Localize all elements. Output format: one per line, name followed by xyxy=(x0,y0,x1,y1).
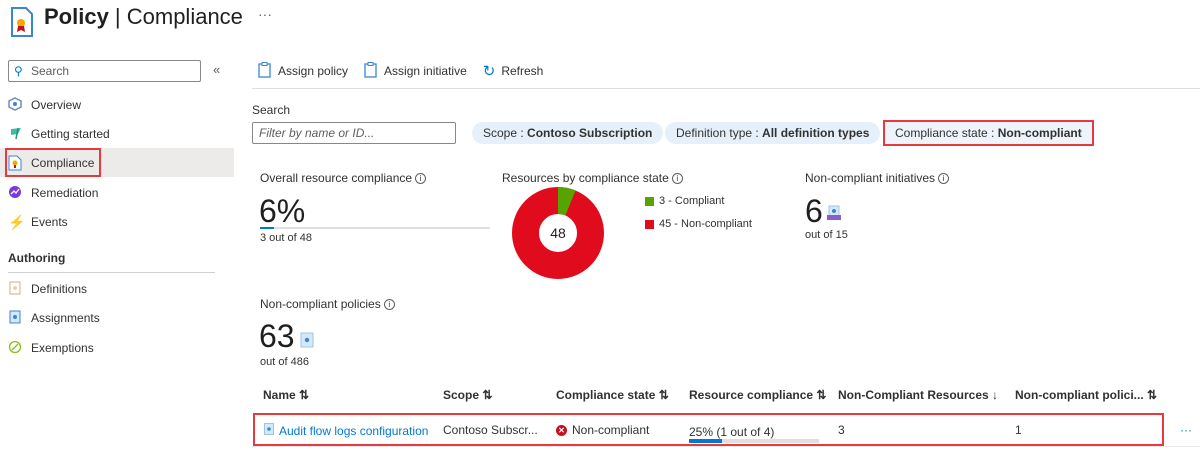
sidebar-item-overview[interactable]: Overview xyxy=(0,90,234,119)
overall-compliance-sub: 3 out of 48 xyxy=(260,232,312,244)
sidebar-item-label: Assignments xyxy=(31,310,100,325)
selection-highlight xyxy=(5,148,101,177)
resource-compliance-bar-fill xyxy=(689,439,722,443)
search-icon: ⚲ xyxy=(14,64,23,78)
scope-filter-pill[interactable]: Scope : Contoso Subscription xyxy=(472,122,664,144)
legend-compliant: 3 - Compliant xyxy=(645,195,724,207)
definitions-icon xyxy=(8,281,24,297)
overall-compliance-bar xyxy=(260,227,490,229)
col-header-compliance-state[interactable]: Compliance state ⇅ xyxy=(556,388,669,402)
page-title: Policy | Compliance xyxy=(44,4,243,29)
overall-compliance-bar-fill xyxy=(260,227,274,229)
initiatives-title: Non-compliant initiatives i xyxy=(805,171,950,185)
sidebar-item-getting-started[interactable]: Getting started xyxy=(0,119,234,148)
col-header-resource-compliance[interactable]: Resource compliance ⇅ xyxy=(689,388,826,402)
policy-icon xyxy=(300,332,314,351)
overview-icon xyxy=(8,96,24,113)
error-icon: ✕ xyxy=(556,424,567,436)
exemptions-icon xyxy=(8,340,24,356)
divider xyxy=(252,88,1200,89)
divider xyxy=(252,446,1200,447)
more-options-button[interactable]: ··· xyxy=(258,6,272,22)
resource-compliance-cell: 25% (1 out of 4) xyxy=(689,425,775,439)
assign-policy-button[interactable]: Assign policy xyxy=(258,61,348,81)
assign-initiative-button[interactable]: Assign initiative xyxy=(364,61,467,81)
command-bar: Assign policy Assign initiative ↻ Refresh xyxy=(258,60,543,82)
sidebar-item-remediation[interactable]: Remediation xyxy=(0,178,234,207)
info-icon[interactable]: i xyxy=(383,299,395,311)
policy-icon xyxy=(264,423,274,438)
sidebar-item-label: Overview xyxy=(31,97,82,112)
info-icon[interactable]: i xyxy=(415,173,427,185)
clipboard-icon xyxy=(364,61,378,81)
compliance-state-cell: ✕ Non-compliant xyxy=(556,423,649,437)
resource-compliance-bar xyxy=(689,439,819,443)
sidebar-item-events[interactable]: ⚡ Events xyxy=(0,207,234,236)
by-state-title: Resources by compliance state i xyxy=(502,171,683,185)
refresh-icon: ↻ xyxy=(482,63,496,80)
lightning-icon: ⚡ xyxy=(8,213,26,230)
sidebar-item-label: Exemptions xyxy=(31,340,94,355)
initiatives-value: 6 xyxy=(805,193,823,229)
policies-sub: out of 486 xyxy=(260,356,309,368)
info-icon[interactable]: i xyxy=(671,173,683,185)
col-header-noncompliant-resources[interactable]: Non-Compliant Resources ↓ xyxy=(838,388,998,402)
row-more-button[interactable]: ··· xyxy=(1180,423,1192,437)
sidebar-item-label: Remediation xyxy=(31,185,99,200)
remediation-icon xyxy=(8,185,24,201)
legend-noncompliant: 45 - Non-compliant xyxy=(645,218,752,230)
legend-swatch xyxy=(645,219,654,229)
refresh-button[interactable]: ↻ Refresh xyxy=(483,62,544,80)
noncompliant-resources-cell: 3 xyxy=(838,423,845,437)
sidebar-search-input[interactable]: ⚲ Search xyxy=(8,60,201,82)
compliance-state-filter-pill[interactable]: Compliance state : Non-compliant xyxy=(883,120,1094,146)
divider xyxy=(8,272,215,273)
policies-value: 63 xyxy=(259,318,295,354)
authoring-section-heading: Authoring xyxy=(8,251,66,265)
overall-compliance-title: Overall resource compliance i xyxy=(260,171,427,185)
policies-title: Non-compliant policies i xyxy=(260,297,395,311)
sidebar-item-definitions[interactable]: Definitions xyxy=(0,274,234,303)
noncompliant-policies-cell: 1 xyxy=(1015,423,1022,437)
search-label: Search xyxy=(252,103,291,117)
flag-icon xyxy=(8,126,24,142)
sidebar-item-exemptions[interactable]: Exemptions xyxy=(0,333,234,362)
donut-total: 48 xyxy=(550,225,566,241)
sidebar-item-assignments[interactable]: Assignments xyxy=(0,303,234,332)
filter-input[interactable]: Filter by name or ID... xyxy=(252,122,456,144)
definition-type-filter-pill[interactable]: Definition type : All definition types xyxy=(665,122,881,144)
initiative-icon xyxy=(826,205,842,224)
col-header-noncompliant-policies[interactable]: Non-compliant polici... ⇅ xyxy=(1015,388,1157,402)
col-header-name[interactable]: Name ⇅ xyxy=(263,388,309,402)
info-icon[interactable]: i xyxy=(938,173,950,185)
clipboard-icon xyxy=(258,61,272,81)
initiatives-sub: out of 15 xyxy=(805,229,848,241)
sidebar-item-label: Definitions xyxy=(31,281,88,296)
compliance-donut-chart: 48 xyxy=(512,187,604,279)
policy-name-cell[interactable]: Audit flow logs configuration xyxy=(264,423,428,438)
collapse-sidebar-button[interactable]: « xyxy=(213,62,220,77)
assignments-icon xyxy=(8,310,24,326)
sidebar-item-label: Getting started xyxy=(31,126,110,141)
sidebar-item-label: Events xyxy=(31,214,68,229)
policy-logo-icon xyxy=(10,7,34,40)
col-header-scope[interactable]: Scope ⇅ xyxy=(443,388,492,402)
legend-swatch xyxy=(645,196,654,206)
scope-cell: Contoso Subscr... xyxy=(443,423,538,437)
policy-name-link[interactable]: Audit flow logs configuration xyxy=(279,424,428,438)
overall-compliance-value: 6% xyxy=(259,193,306,229)
